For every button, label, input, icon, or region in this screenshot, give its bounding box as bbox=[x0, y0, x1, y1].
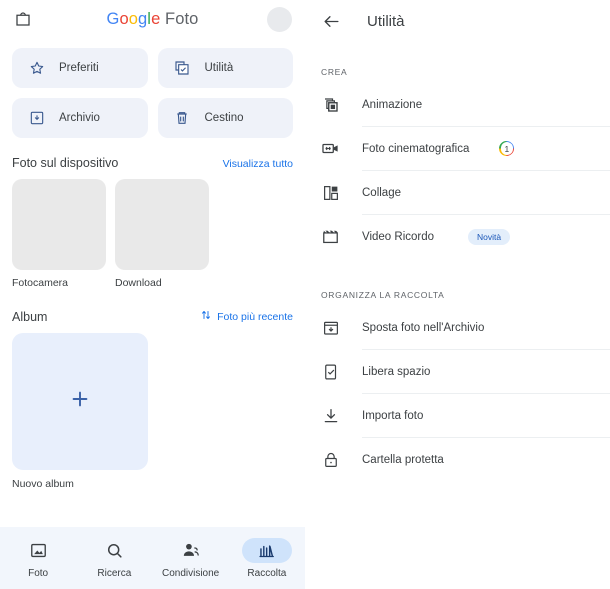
nav-label: Ricerca bbox=[97, 567, 132, 579]
brand-letter-o1: o bbox=[119, 9, 129, 28]
utilities-pane: Utilità CREA Animazione Foto cinematogra… bbox=[305, 0, 610, 589]
library-pane: Google Foto Preferiti Utilità Archivio C… bbox=[0, 0, 305, 589]
section-title: Foto sul dispositivo bbox=[12, 156, 119, 170]
right-topbar: Utilità bbox=[305, 0, 610, 43]
folder-label: Download bbox=[115, 277, 162, 289]
page-title: Utilità bbox=[367, 13, 405, 30]
chip-label: Preferiti bbox=[59, 62, 99, 74]
view-all-link[interactable]: Visualizza tutto bbox=[223, 158, 293, 170]
menu-label: Importa foto bbox=[362, 409, 424, 422]
trash-icon bbox=[174, 110, 191, 127]
photo-icon bbox=[13, 538, 63, 563]
sort-icon bbox=[200, 309, 212, 324]
brand-suffix: Foto bbox=[160, 9, 199, 28]
section-title: Album bbox=[12, 310, 48, 324]
archive-down-icon bbox=[321, 318, 340, 337]
menu-label: Sposta foto nell'Archivio bbox=[362, 321, 485, 334]
brand-letter-l: l bbox=[147, 9, 152, 28]
nav-item-condivisione[interactable]: Condivisione bbox=[159, 538, 223, 579]
folder-thumbnail[interactable] bbox=[115, 179, 209, 270]
menu-label: Cartella protetta bbox=[362, 453, 444, 466]
menu-list-organizza: Sposta foto nell'Archivio Libera spazio bbox=[305, 306, 610, 481]
group-header-organizza: ORGANIZZA LA RACCOLTA bbox=[321, 290, 445, 300]
chip-label: Archivio bbox=[59, 112, 100, 124]
new-album-tile[interactable] bbox=[12, 333, 148, 470]
brand-letter-g2: g bbox=[138, 9, 148, 28]
brand-letter-e: e bbox=[151, 9, 161, 28]
device-folder-list: Fotocamera Download bbox=[0, 170, 305, 289]
google-photos-wordmark: Google Foto bbox=[0, 10, 305, 29]
new-badge: Novità bbox=[468, 228, 511, 245]
folder-thumbnail[interactable] bbox=[12, 179, 106, 270]
folder-label: Fotocamera bbox=[12, 277, 69, 289]
library-icon bbox=[241, 537, 292, 563]
avatar[interactable] bbox=[267, 7, 292, 32]
menu-label: Video Ricordo bbox=[362, 230, 435, 243]
free-space-icon bbox=[321, 362, 340, 381]
menu-label: Foto cinematografica bbox=[362, 142, 470, 155]
menu-item-collage[interactable]: Collage bbox=[305, 171, 610, 214]
menu-item-sposta-archivio[interactable]: Sposta foto nell'Archivio bbox=[305, 306, 610, 349]
new-album-label: Nuovo album bbox=[12, 478, 74, 490]
brand-letter-g: G bbox=[106, 9, 120, 28]
chip-label: Cestino bbox=[204, 112, 244, 124]
menu-item-libera-spazio[interactable]: Libera spazio bbox=[305, 350, 610, 393]
utilities-icon bbox=[174, 60, 191, 77]
menu-item-video-ricordo[interactable]: Video Ricordo Novità bbox=[305, 215, 610, 258]
album-sort-label: Foto più recente bbox=[217, 310, 293, 323]
people-icon bbox=[166, 538, 216, 563]
left-topbar: Google Foto bbox=[0, 0, 305, 38]
nav-item-foto[interactable]: Foto bbox=[6, 538, 70, 579]
device-photos-header: Foto sul dispositivo Visualizza tutto bbox=[0, 156, 305, 170]
folder-item-download[interactable]: Download bbox=[115, 179, 209, 289]
brand-letter-o2: o bbox=[128, 9, 139, 28]
chip-label: Utilità bbox=[204, 62, 234, 74]
search-icon bbox=[89, 538, 139, 563]
count-badge: 1 bbox=[499, 141, 515, 156]
nav-label: Raccolta bbox=[247, 567, 287, 579]
movie-clapper-icon bbox=[321, 227, 340, 246]
album-header: Album Foto più recente bbox=[0, 309, 305, 324]
animation-icon bbox=[321, 95, 340, 114]
album-sort-control[interactable]: Foto più recente bbox=[200, 309, 293, 324]
quick-access-chips: Preferiti Utilità Archivio Cestino bbox=[0, 38, 305, 138]
chip-cestino[interactable]: Cestino bbox=[157, 98, 293, 138]
collage-icon bbox=[321, 183, 340, 202]
star-icon bbox=[28, 60, 45, 77]
chip-preferiti[interactable]: Preferiti bbox=[12, 48, 148, 88]
group-header-crea: CREA bbox=[321, 67, 348, 77]
plus-icon bbox=[69, 388, 91, 415]
menu-item-animazione[interactable]: Animazione bbox=[305, 83, 610, 126]
nav-item-raccolta[interactable]: Raccolta bbox=[235, 537, 299, 579]
lock-icon bbox=[321, 450, 340, 469]
archive-icon bbox=[28, 110, 45, 127]
chip-archivio[interactable]: Archivio bbox=[12, 98, 148, 138]
shopping-bag-icon[interactable] bbox=[12, 8, 34, 30]
menu-label: Animazione bbox=[362, 98, 423, 111]
nav-item-ricerca[interactable]: Ricerca bbox=[82, 538, 146, 579]
menu-label: Collage bbox=[362, 186, 401, 199]
nav-label: Foto bbox=[28, 567, 49, 579]
folder-item-fotocamera[interactable]: Fotocamera bbox=[12, 179, 106, 289]
menu-item-foto-cinematografica[interactable]: Foto cinematografica 1 bbox=[305, 127, 610, 170]
menu-item-importa-foto[interactable]: Importa foto bbox=[305, 394, 610, 437]
chip-utilita[interactable]: Utilità bbox=[157, 48, 293, 88]
count-badge-value: 1 bbox=[500, 142, 513, 155]
bottom-navigation: Foto Ricerca Condivisione Raccolta bbox=[0, 527, 305, 589]
menu-list-crea: Animazione Foto cinematografica 1 Collag… bbox=[305, 83, 610, 258]
arrow-back-icon[interactable] bbox=[321, 12, 341, 32]
nav-label: Condivisione bbox=[161, 567, 220, 579]
menu-item-cartella-protetta[interactable]: Cartella protetta bbox=[305, 438, 610, 481]
cinematic-photo-icon bbox=[321, 139, 340, 158]
menu-label: Libera spazio bbox=[362, 365, 431, 378]
import-download-icon bbox=[321, 406, 340, 425]
app-screen: Google Foto Preferiti Utilità Archivio C… bbox=[0, 0, 610, 589]
